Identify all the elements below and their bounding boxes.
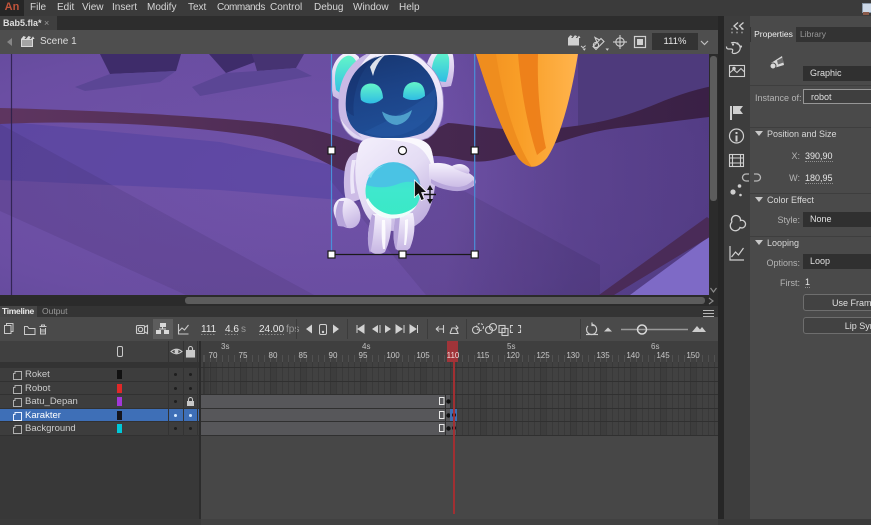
svg-text:fps: fps [286,324,299,335]
svg-text:24.00: 24.00 [259,324,284,335]
svg-text:4.6: 4.6 [225,324,239,335]
svg-text:111: 111 [201,324,217,335]
svg-text:s: s [241,324,246,335]
